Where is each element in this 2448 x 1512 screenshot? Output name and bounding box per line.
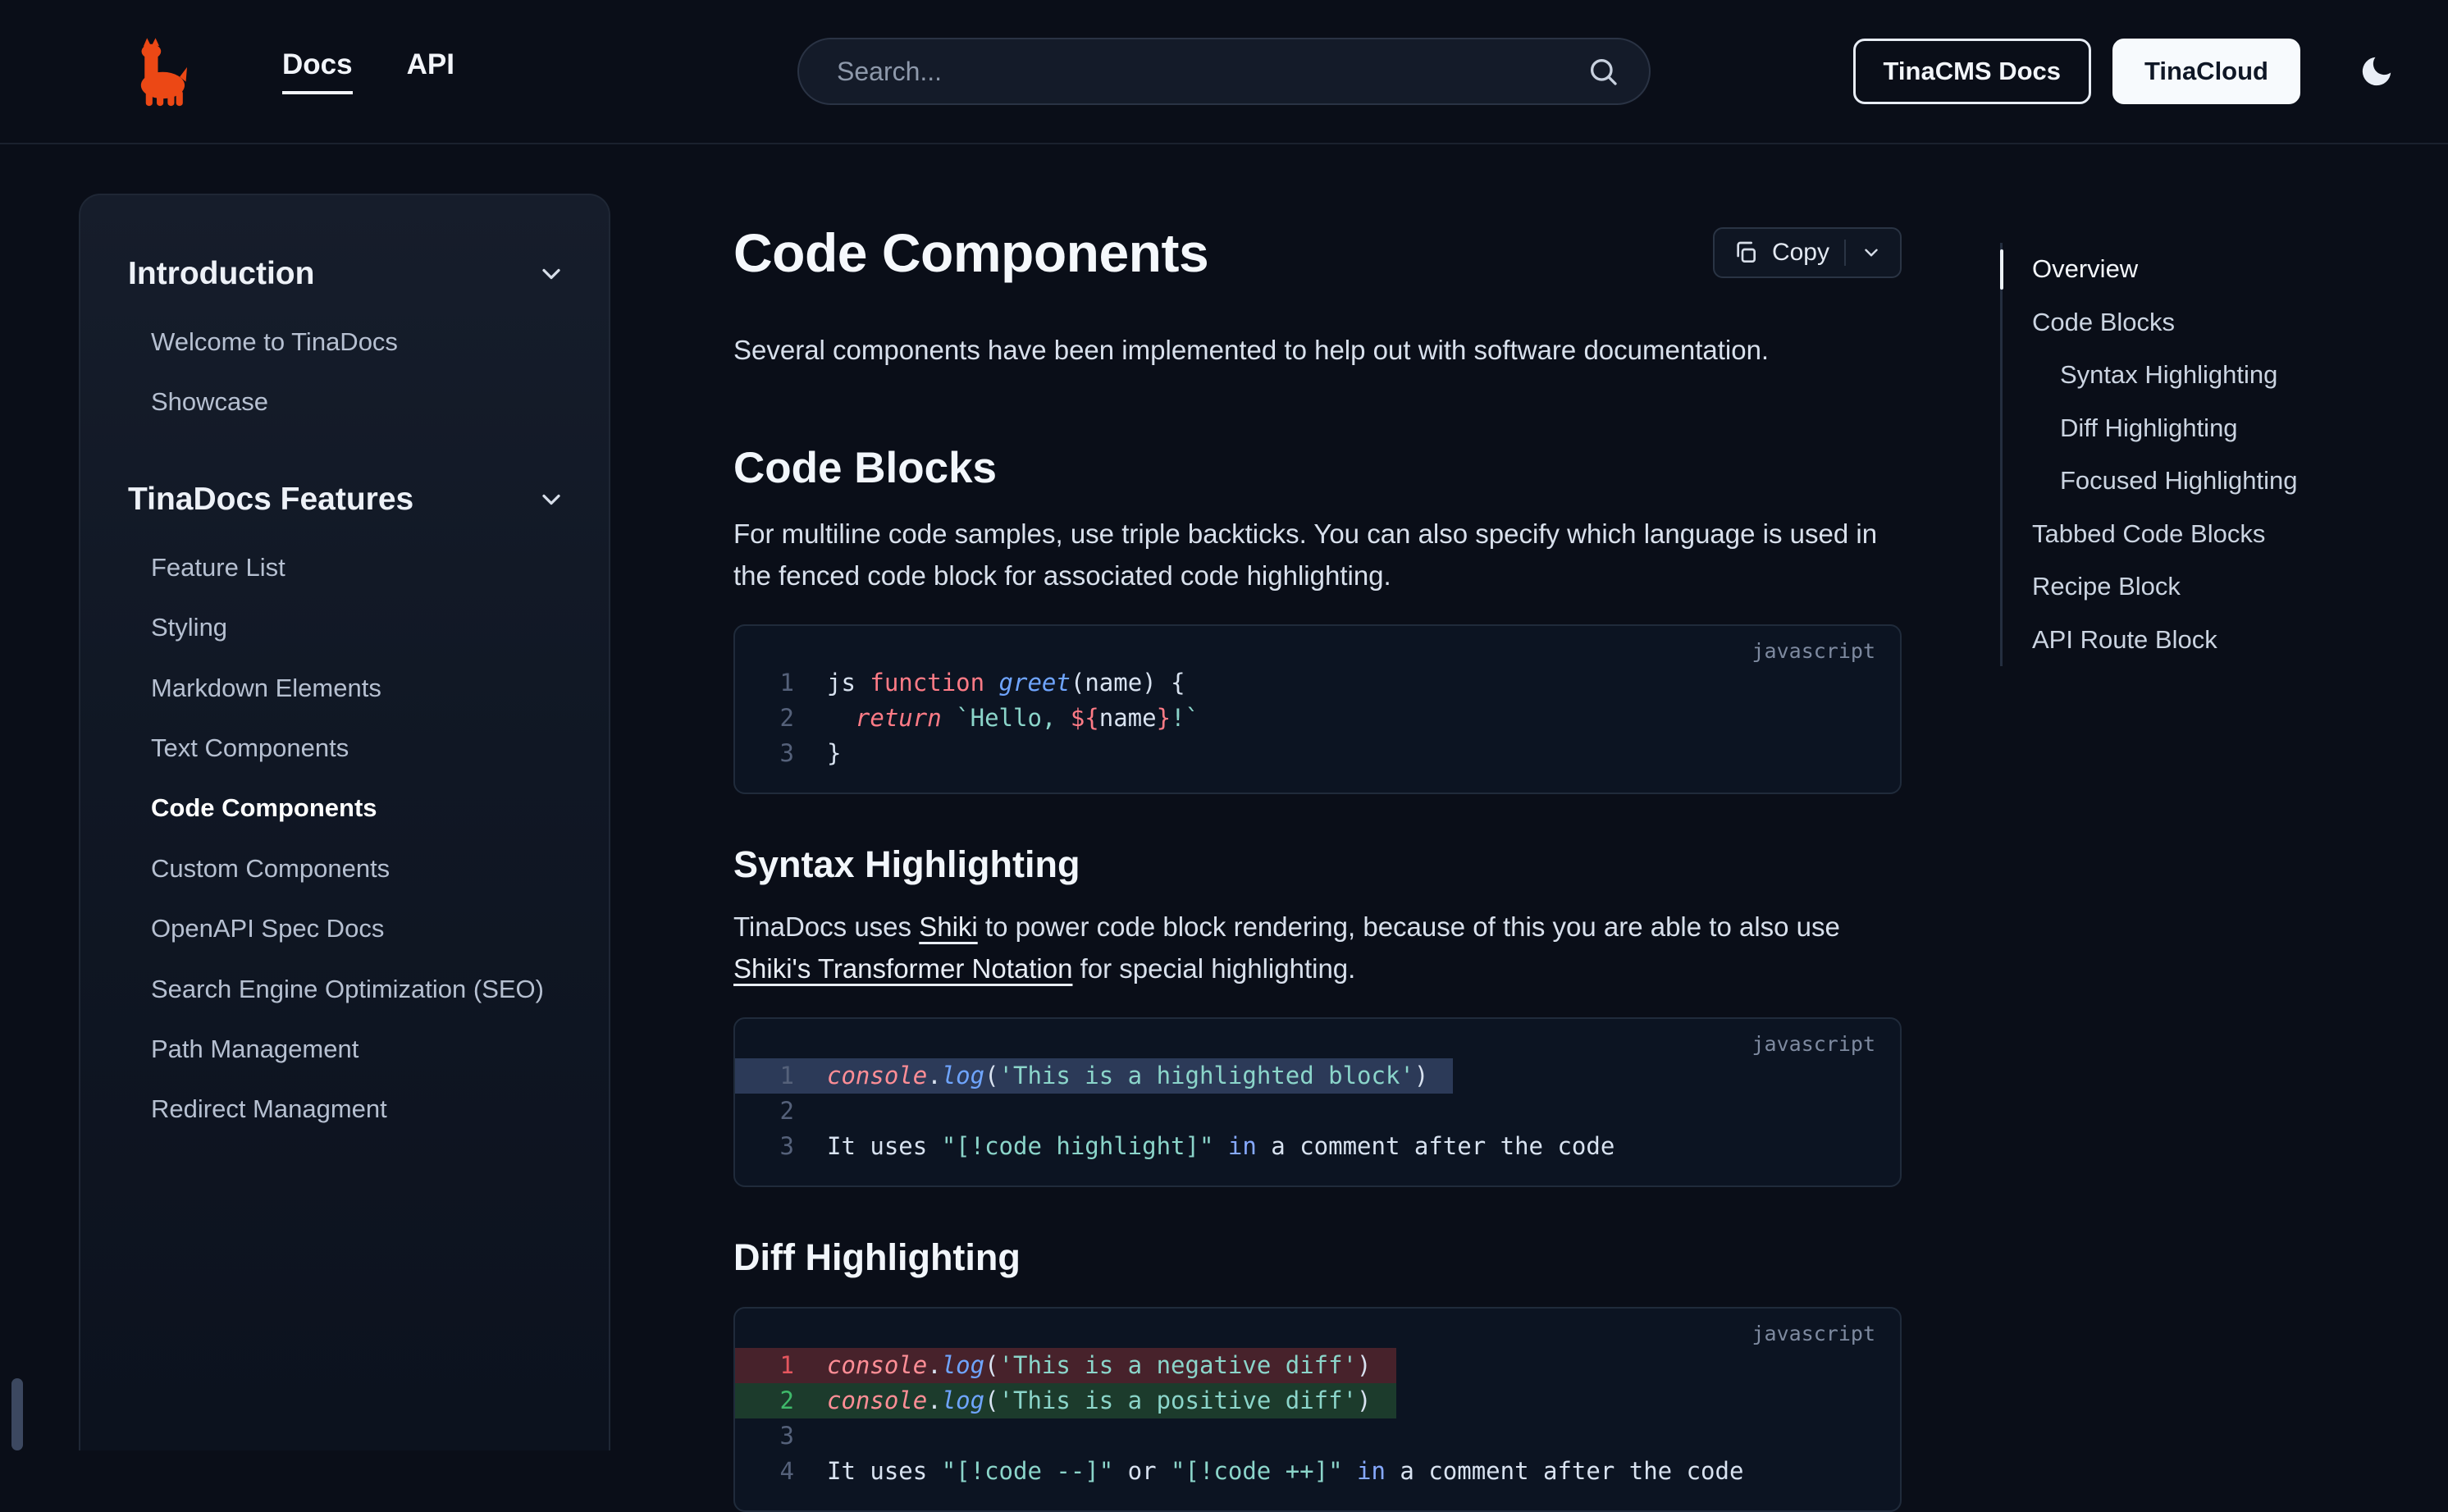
sidebar-section-title: TinaDocs Features bbox=[128, 482, 413, 518]
primary-nav: Docs API bbox=[282, 48, 454, 94]
line-number: 2 bbox=[765, 701, 794, 736]
code-language-label: javascript bbox=[1752, 639, 1875, 663]
sidebar-item[interactable]: Search Engine Optimization (SEO) bbox=[128, 959, 566, 1019]
chevron-down-icon bbox=[537, 259, 566, 289]
search-input[interactable] bbox=[797, 38, 1651, 105]
page-title: Code Components bbox=[733, 222, 1208, 284]
code-line: 1console.log('This is a highlighted bloc… bbox=[735, 1058, 1453, 1094]
code-language-label: javascript bbox=[1752, 1322, 1875, 1345]
toc-item[interactable]: Syntax Highlighting bbox=[2032, 349, 2427, 402]
code-body: 1js function greet(name) {2 return `Hell… bbox=[735, 626, 1900, 793]
code-line: 3 bbox=[735, 1418, 852, 1454]
syntax-paragraph: TinaDocs uses Shiki to power code block … bbox=[733, 906, 1902, 989]
heading-diff-highlighting: Diff Highlighting bbox=[733, 1236, 1902, 1279]
table-of-contents: OverviewCode BlocksSyntax HighlightingDi… bbox=[2000, 243, 2427, 666]
sidebar: Introduction Welcome to TinaDocsShowcase T… bbox=[79, 194, 610, 1450]
code-line: 1console.log('This is a negative diff') bbox=[735, 1348, 1396, 1383]
nav-tab-api[interactable]: API bbox=[407, 48, 454, 94]
line-number: 2 bbox=[765, 1094, 794, 1129]
line-number: 1 bbox=[765, 1348, 794, 1383]
sidebar-item[interactable]: OpenAPI Spec Docs bbox=[128, 898, 566, 958]
line-number: 1 bbox=[765, 1058, 794, 1094]
code-line: 3} bbox=[735, 736, 865, 771]
toc-item[interactable]: API Route Block bbox=[2032, 614, 2427, 667]
sidebar-item[interactable]: Code Components bbox=[128, 778, 566, 838]
sidebar-section-title: Introduction bbox=[128, 256, 314, 292]
line-number: 3 bbox=[765, 736, 794, 771]
paragraph-text: to power code block rendering, because o… bbox=[978, 911, 1840, 942]
intro-paragraph: Several components have been implemented… bbox=[733, 330, 1902, 371]
tinacms-docs-button[interactable]: TinaCMS Docs bbox=[1853, 39, 2091, 104]
sidebar-nav: Introduction Welcome to TinaDocsShowcase T… bbox=[128, 249, 566, 1140]
dark-mode-toggle[interactable] bbox=[2358, 53, 2395, 90]
main-content: Code Components Copy Several components … bbox=[733, 144, 1902, 1512]
sidebar-item[interactable]: Markdown Elements bbox=[128, 658, 566, 718]
page-layout: Introduction Welcome to TinaDocsShowcase T… bbox=[0, 144, 2448, 1512]
tinacloud-button[interactable]: TinaCloud bbox=[2112, 39, 2300, 104]
sidebar-section: TinaDocs Features Feature ListStylingMark… bbox=[128, 475, 566, 1140]
line-number: 3 bbox=[765, 1129, 794, 1164]
sidebar-item-list: Feature ListStylingMarkdown ElementsText… bbox=[128, 537, 566, 1140]
tina-llama-logo[interactable] bbox=[131, 34, 187, 108]
chevron-down-icon bbox=[537, 485, 566, 514]
code-block-diff: javascript 1console.log('This is a negat… bbox=[733, 1307, 1902, 1512]
toc-item[interactable]: Recipe Block bbox=[2032, 560, 2427, 614]
line-number: 3 bbox=[765, 1418, 794, 1454]
navbar-actions: TinaCMS Docs TinaCloud bbox=[1853, 39, 2395, 104]
sidebar-item[interactable]: Redirect Managment bbox=[128, 1079, 566, 1139]
sidebar-section-header[interactable]: TinaDocs Features bbox=[128, 475, 566, 524]
code-body: 1console.log('This is a highlighted bloc… bbox=[735, 1019, 1900, 1185]
sidebar-item[interactable]: Text Components bbox=[128, 718, 566, 778]
code-line: 2console.log('This is a positive diff') bbox=[735, 1383, 1396, 1418]
line-number: 2 bbox=[765, 1383, 794, 1418]
code-line: 3It uses "[!code highlight]" in a commen… bbox=[735, 1129, 1639, 1164]
copy-button-label: Copy bbox=[1772, 239, 1829, 267]
sidebar-item[interactable]: Showcase bbox=[128, 372, 566, 432]
doc-link[interactable]: Shiki bbox=[919, 911, 978, 942]
scrollbar-thumb[interactable] bbox=[11, 1378, 23, 1450]
paragraph-text: TinaDocs uses bbox=[733, 911, 919, 942]
toc-list: OverviewCode BlocksSyntax HighlightingDi… bbox=[2000, 243, 2427, 666]
toc-item[interactable]: Focused Highlighting bbox=[2032, 455, 2427, 508]
paragraph-text: for special highlighting. bbox=[1072, 953, 1355, 984]
search-icon[interactable] bbox=[1587, 55, 1619, 88]
toc-item[interactable]: Tabbed Code Blocks bbox=[2032, 508, 2427, 561]
doc-link[interactable]: Shiki's Transformer Notation bbox=[733, 953, 1072, 984]
toc-item[interactable]: Code Blocks bbox=[2032, 296, 2427, 349]
line-number: 4 bbox=[765, 1454, 794, 1489]
toc-item[interactable]: Diff Highlighting bbox=[2032, 402, 2427, 455]
top-navbar: Docs API TinaCMS Docs TinaCloud bbox=[0, 0, 2448, 144]
heading-syntax-highlighting: Syntax Highlighting bbox=[733, 843, 1902, 886]
code-line: 2 bbox=[735, 1094, 852, 1129]
code-line: 4It uses "[!code --]" or "[!code ++]" in… bbox=[735, 1454, 1768, 1489]
copy-button-divider bbox=[1844, 240, 1846, 266]
code-line: 1js function greet(name) { bbox=[735, 665, 1210, 701]
heading-code-blocks: Code Blocks bbox=[733, 443, 1902, 493]
copy-icon bbox=[1733, 240, 1759, 266]
sidebar-item[interactable]: Path Management bbox=[128, 1019, 566, 1079]
sidebar-item[interactable]: Welcome to TinaDocs bbox=[128, 312, 566, 372]
title-row: Code Components Copy bbox=[733, 222, 1902, 284]
copy-button[interactable]: Copy bbox=[1713, 227, 1902, 278]
sidebar-section: Introduction Welcome to TinaDocsShowcase bbox=[128, 249, 566, 432]
line-number: 1 bbox=[765, 665, 794, 701]
code-line: 2 return `Hello, ${name}!` bbox=[735, 701, 1224, 736]
search-bar bbox=[797, 38, 1651, 105]
sidebar-item[interactable]: Feature List bbox=[128, 537, 566, 597]
code-language-label: javascript bbox=[1752, 1032, 1875, 1056]
toc-item[interactable]: Overview bbox=[2032, 243, 2427, 296]
moon-icon bbox=[2358, 53, 2395, 90]
sidebar-item-list: Welcome to TinaDocsShowcase bbox=[128, 312, 566, 432]
chevron-down-icon bbox=[1861, 242, 1882, 263]
nav-tab-docs[interactable]: Docs bbox=[282, 48, 353, 94]
code-blocks-paragraph: For multiline code samples, use triple b… bbox=[733, 513, 1902, 596]
code-block-greet: javascript 1js function greet(name) {2 r… bbox=[733, 624, 1902, 794]
sidebar-item[interactable]: Styling bbox=[128, 597, 566, 657]
code-block-syntax: javascript 1console.log('This is a highl… bbox=[733, 1017, 1902, 1187]
sidebar-item[interactable]: Custom Components bbox=[128, 838, 566, 898]
sidebar-section-header[interactable]: Introduction bbox=[128, 249, 566, 299]
code-body: 1console.log('This is a negative diff')2… bbox=[735, 1309, 1900, 1510]
